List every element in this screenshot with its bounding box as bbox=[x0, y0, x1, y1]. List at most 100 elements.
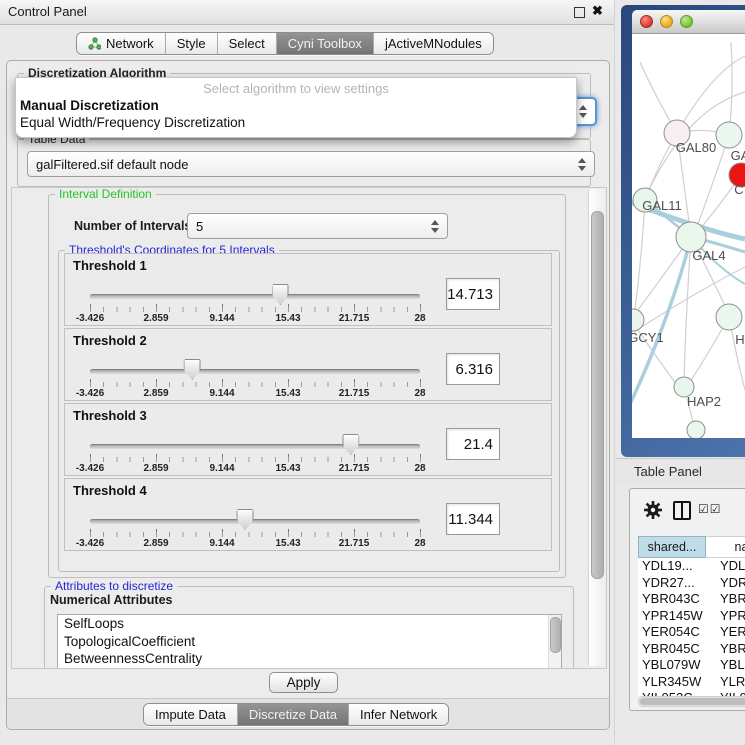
network-node[interactable] bbox=[716, 122, 742, 148]
tab-impute-data[interactable]: Impute Data bbox=[144, 704, 237, 725]
attributes-scrollbar-thumb[interactable] bbox=[550, 617, 561, 653]
tick-label: 15.43 bbox=[275, 538, 300, 549]
gear-icon[interactable] bbox=[643, 500, 663, 520]
tick-label: 9.144 bbox=[209, 388, 234, 399]
slider-thumb[interactable] bbox=[184, 359, 201, 380]
cyni-toolbox-panel: Discretization Algorithm Table Data galF… bbox=[6, 60, 610, 730]
table-hscrollbar-thumb[interactable] bbox=[640, 698, 745, 705]
tab-discretize-data[interactable]: Discretize Data bbox=[237, 704, 348, 725]
tick-label: 2.859 bbox=[143, 313, 168, 324]
table-row[interactable]: YBL079WYBL0 bbox=[638, 657, 745, 674]
cell-name[interactable]: YDL1 bbox=[706, 558, 745, 575]
cell-name[interactable]: YER0 bbox=[706, 624, 745, 641]
table-row[interactable]: YLR345WYLR3 bbox=[638, 674, 745, 691]
apply-button[interactable]: Apply bbox=[269, 672, 338, 693]
tick-label: -3.426 bbox=[76, 538, 104, 549]
network-node[interactable] bbox=[716, 304, 742, 330]
cell-shared-name[interactable]: YDR27... bbox=[638, 575, 706, 592]
tick-label: 9.144 bbox=[209, 538, 234, 549]
panel-title: Control Panel bbox=[8, 4, 87, 19]
tab-style[interactable]: Style bbox=[165, 33, 217, 54]
threshold-value-field[interactable]: 11.344 bbox=[446, 503, 500, 535]
cell-name[interactable]: YLR3 bbox=[706, 674, 745, 691]
settings-scrollbar-thumb[interactable] bbox=[591, 211, 604, 579]
node-label: H bbox=[735, 332, 744, 347]
algorithm-dropdown-popup: Select algorithm to view settings Manual… bbox=[15, 77, 577, 138]
threshold-value-field[interactable]: 21.4 bbox=[446, 428, 500, 460]
attribute-item[interactable]: SelfLoops bbox=[58, 615, 561, 633]
table-row[interactable]: YDL19...YDL1 bbox=[638, 558, 745, 575]
column-header-shared-name[interactable]: shared... bbox=[638, 536, 706, 558]
cell-shared-name[interactable]: YBR043C bbox=[638, 591, 706, 608]
table-row[interactable]: YDR27...YDR2 bbox=[638, 575, 745, 592]
tab-infer-network[interactable]: Infer Network bbox=[348, 704, 448, 725]
table-row[interactable]: YBR043CYBR0 bbox=[638, 591, 745, 608]
tick-label: 28 bbox=[414, 538, 425, 549]
cell-name[interactable]: YBL0 bbox=[706, 657, 745, 674]
cell-name[interactable]: YPR1 bbox=[706, 608, 745, 625]
network-edge[interactable] bbox=[729, 42, 732, 135]
tick-label: 28 bbox=[414, 463, 425, 474]
cell-shared-name[interactable]: YER054C bbox=[638, 624, 706, 641]
threshold-block: Threshold 3-3.4262.8599.14415.4321.71528… bbox=[64, 403, 552, 476]
table-hscrollbar[interactable] bbox=[638, 696, 745, 707]
cell-shared-name[interactable]: YLR345W bbox=[638, 674, 706, 691]
slider-thumb[interactable] bbox=[237, 509, 254, 530]
cell-shared-name[interactable]: YPR145W bbox=[638, 608, 706, 625]
numerical-attributes-list[interactable]: SelfLoopsTopologicalCoefficientBetweenne… bbox=[57, 614, 562, 669]
network-edge[interactable] bbox=[677, 56, 745, 133]
network-node[interactable] bbox=[687, 421, 705, 438]
cell-shared-name[interactable]: YBR045C bbox=[638, 641, 706, 658]
settings-scrollbar[interactable] bbox=[588, 189, 606, 666]
float-window-icon[interactable] bbox=[574, 7, 585, 18]
cell-name[interactable]: YDR2 bbox=[706, 575, 745, 592]
tick-label: 21.715 bbox=[339, 463, 370, 474]
number-of-intervals-combobox[interactable]: 5 bbox=[187, 213, 448, 239]
combo-arrows-icon bbox=[579, 105, 587, 118]
zoom-traffic-light-icon[interactable] bbox=[680, 15, 693, 28]
popup-item-manual-discretization[interactable]: Manual Discretization bbox=[16, 96, 576, 113]
network-canvas[interactable]: GAL80GACGAL11GAL4GCY1HHAP2 bbox=[632, 34, 745, 438]
slider-thumb[interactable] bbox=[272, 284, 289, 305]
table-row[interactable]: YPR145WYPR1 bbox=[638, 608, 745, 625]
tick-label: 21.715 bbox=[339, 313, 370, 324]
tab-jactivemnodules[interactable]: jActiveMNodules bbox=[373, 33, 493, 54]
slider-track[interactable] bbox=[90, 294, 420, 299]
cell-shared-name[interactable]: YDL19... bbox=[638, 558, 706, 575]
tab-network[interactable]: Network bbox=[77, 33, 165, 54]
split-column-icon[interactable] bbox=[673, 501, 691, 520]
attribute-item[interactable]: TopologicalCoefficient bbox=[58, 633, 561, 651]
table-row[interactable]: YBR045CYBR0 bbox=[638, 641, 745, 658]
tab-select[interactable]: Select bbox=[217, 33, 276, 54]
threshold-value-field[interactable]: 6.316 bbox=[446, 353, 500, 385]
checkbox-columns-icon[interactable]: ☑☑ bbox=[698, 502, 722, 516]
table-row[interactable]: YER054CYER0 bbox=[638, 624, 745, 641]
tab-cyni-toolbox[interactable]: Cyni Toolbox bbox=[276, 33, 373, 54]
popup-item-equal-width-frequency[interactable]: Equal Width/Frequency Discretization bbox=[16, 113, 576, 130]
slider-track[interactable] bbox=[90, 444, 420, 449]
slider-track[interactable] bbox=[90, 369, 420, 374]
cell-name[interactable]: YBR0 bbox=[706, 641, 745, 658]
table-data-combobox[interactable]: galFiltered.sif default node bbox=[27, 151, 595, 177]
slider-thumb[interactable] bbox=[342, 434, 359, 455]
slider-minor-ticks bbox=[90, 382, 421, 387]
minimize-traffic-light-icon[interactable] bbox=[660, 15, 673, 28]
combo-value: galFiltered.sif default node bbox=[36, 157, 188, 172]
tick-label: 2.859 bbox=[143, 388, 168, 399]
cell-shared-name[interactable]: YBL079W bbox=[638, 657, 706, 674]
network-edge[interactable] bbox=[634, 200, 645, 318]
slider-track[interactable] bbox=[90, 519, 420, 524]
node-label: GAL4 bbox=[692, 248, 725, 263]
threshold-value-field[interactable]: 14.713 bbox=[446, 278, 500, 310]
attribute-item[interactable]: BetweennessCentrality bbox=[58, 650, 561, 668]
combo-arrows-icon bbox=[431, 220, 439, 233]
network-node[interactable] bbox=[632, 309, 644, 331]
close-icon[interactable]: ✖ bbox=[592, 3, 603, 19]
network-window-titlebar[interactable] bbox=[632, 10, 745, 34]
cell-name[interactable]: YBR0 bbox=[706, 591, 745, 608]
attributes-scrollbar[interactable] bbox=[548, 615, 561, 669]
tick-label: 21.715 bbox=[339, 538, 370, 549]
column-header-name[interactable]: na bbox=[706, 536, 745, 558]
close-traffic-light-icon[interactable] bbox=[640, 15, 653, 28]
tab-label: Select bbox=[229, 36, 265, 51]
